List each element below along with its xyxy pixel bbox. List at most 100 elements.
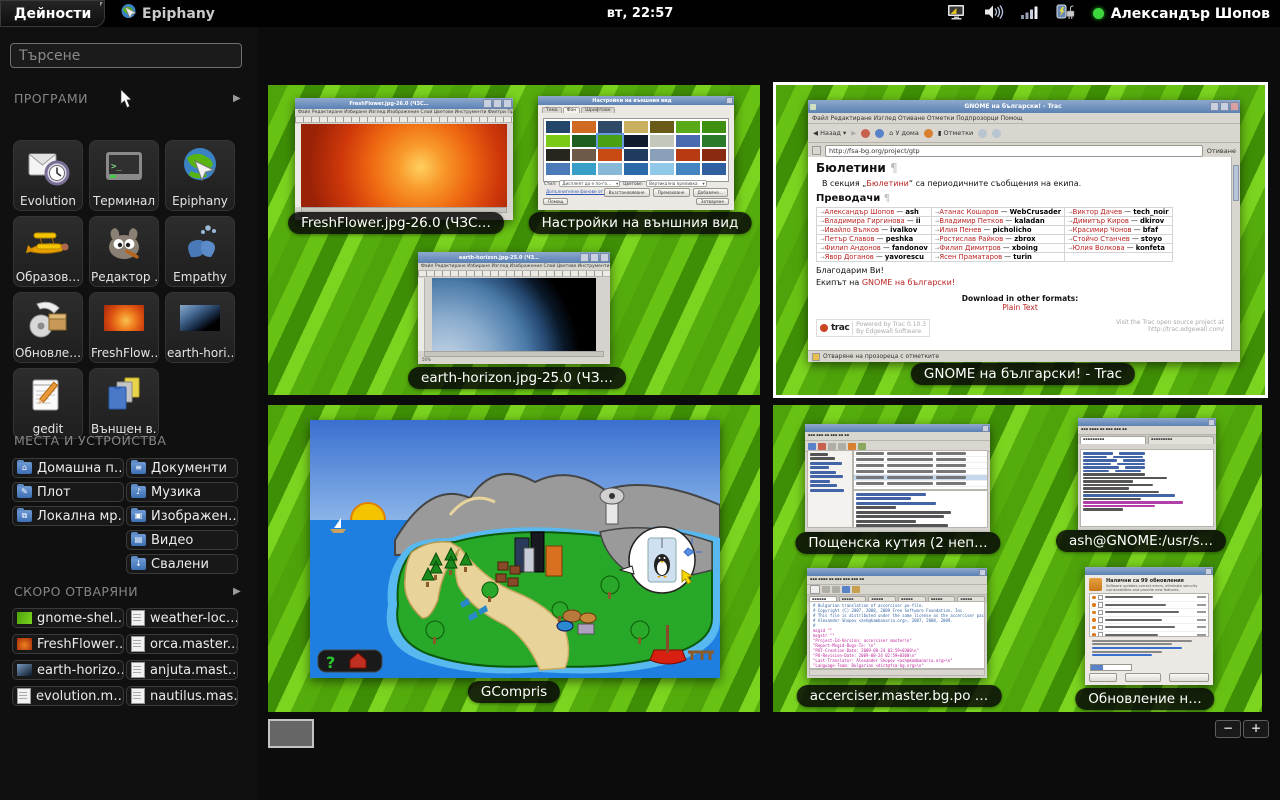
wallpaper-thumbnail[interactable] [598, 163, 622, 175]
translator-link[interactable]: Владимир Петков [939, 217, 1003, 225]
update-checkbox[interactable] [1098, 602, 1104, 608]
place-item[interactable]: ▣Изображен… [126, 506, 238, 526]
recent-file-item[interactable]: nautilus.mas… [126, 686, 238, 706]
wallpaper-thumbnail[interactable] [624, 135, 648, 147]
translator-link[interactable]: Илия Пенев [939, 226, 981, 234]
battery-icon[interactable] [1055, 3, 1076, 24]
translator-link[interactable]: Юлия Волкова [1073, 244, 1125, 252]
wallpaper-thumbnail[interactable] [650, 149, 674, 161]
app-tile-gedit[interactable]: gedit [13, 368, 83, 439]
home-button[interactable]: ⌂ У дома [889, 129, 919, 137]
place-item[interactable]: ▤Видео [126, 530, 238, 550]
zoom-in-icon[interactable] [978, 129, 987, 138]
volume-icon[interactable] [983, 4, 1004, 24]
team-link[interactable]: GNOME на български! [862, 278, 955, 287]
app-tile-appearance[interactable]: Външен в… [89, 368, 159, 439]
translator-link[interactable]: Димитър Киров [1073, 217, 1129, 225]
bookmarks-button[interactable]: ▮ Отметки [938, 129, 973, 137]
wallpaper-thumbnail[interactable] [676, 121, 700, 133]
wallpaper-thumbnail[interactable] [650, 135, 674, 147]
place-item[interactable]: ♪Музика [126, 482, 238, 502]
network-signal-icon[interactable] [1021, 4, 1038, 23]
window-appearance-settings[interactable]: Настройки на външния вид ТемаФонШрифтове… [538, 96, 734, 210]
wallpaper-thumbnail[interactable] [546, 135, 570, 147]
style-dropdown[interactable]: Дисплеят да е по-го… [559, 180, 620, 187]
window-gimp-earth[interactable]: earth-horizon.jpg-25.0 (ЧЗ… Файл Редакти… [418, 252, 610, 364]
help-button[interactable] [1089, 673, 1117, 682]
close-button[interactable]: Затваряне [696, 198, 729, 205]
window-gedit[interactable]: ▪▪▪ ▪▪▪▪ ▪▪ ▪▪▪ ▪▪▪ ▪▪▪ ▪▪ ▪▪▪▪▪▪▪▪▪▪▪▪▪… [807, 568, 987, 678]
recent-file-item[interactable]: earth-horizo… [12, 660, 124, 680]
translator-link[interactable]: Стойчо Станчев [1073, 235, 1130, 243]
app-tile-epiphany[interactable]: Epiphany [165, 140, 235, 211]
update-checkbox[interactable] [1098, 617, 1104, 623]
bulletins-link[interactable]: Бюлетини [866, 179, 909, 188]
window-update-manager[interactable]: Налични са 99 обновления Software update… [1085, 567, 1213, 685]
appearance-button[interactable]: Възстановяване [604, 188, 650, 197]
app-menu[interactable]: Epiphany [120, 0, 215, 27]
workspace-2-active[interactable]: GNOME на български! - Trac Файл Редактир… [773, 82, 1268, 398]
search-input[interactable] [10, 43, 242, 68]
remove-workspace-button[interactable]: − [1215, 720, 1241, 738]
recent-file-item[interactable]: orca.master.… [126, 634, 238, 654]
wallpaper-thumbnail[interactable] [598, 135, 622, 147]
activities-button[interactable]: Дейности [0, 0, 105, 27]
programs-expand-icon[interactable]: ▶ [233, 93, 241, 104]
window-epiphany-trac[interactable]: GNOME на български! - Trac Файл Редактир… [808, 100, 1240, 362]
wallpaper-thumbnail[interactable] [546, 121, 570, 133]
wallpaper-thumbnail[interactable] [572, 149, 596, 161]
wallpaper-thumbnail[interactable] [624, 121, 648, 133]
window-evolution-mail[interactable]: ▪▪▪ ▪▪▪ ▪▪ ▪▪▪ ▪▪ ▪▪ [805, 424, 990, 532]
app-tile-gcompris[interactable]: Образов… [13, 216, 83, 287]
app-tile-earth-horizon[interactable]: earth-hori… [165, 292, 235, 363]
user-menu[interactable]: Александър Шопов [1093, 6, 1270, 22]
wallpaper-thumbnail[interactable] [650, 163, 674, 175]
window-gcompris[interactable]: ? [310, 420, 720, 678]
wallpaper-thumbnail[interactable] [546, 149, 570, 161]
app-tile-updates[interactable]: Обновле… [13, 292, 83, 363]
place-item[interactable]: ✎Плот [12, 482, 124, 502]
workspace-1[interactable]: FreshFlower.jpg-26.0 (ЧЗС… Файл Редактир… [268, 85, 760, 395]
wallpaper-thumbnail[interactable] [702, 121, 726, 133]
translator-link[interactable]: Ивайло Вълков [825, 226, 879, 234]
help-button[interactable]: Помощ [543, 198, 568, 205]
translator-link[interactable]: Красимир Чонов [1073, 226, 1132, 234]
add-workspace-button[interactable]: + [1243, 720, 1269, 738]
translator-link[interactable]: Ясен Праматаров [939, 253, 1002, 261]
app-tile-freshflower[interactable]: FreshFlow… [89, 292, 159, 363]
display-icon[interactable] [947, 4, 966, 24]
recent-file-item[interactable]: FreshFlower… [12, 634, 124, 654]
app-tile-terminal[interactable]: >_Терминал [89, 140, 159, 211]
place-item[interactable]: ≡Документи [126, 458, 238, 478]
translator-link[interactable]: Александър Шопов [825, 208, 895, 216]
workspace-3[interactable]: ? GCompris [268, 405, 760, 712]
app-tile-gimp[interactable]: Редактор … [89, 216, 159, 287]
wallpaper-thumbnail[interactable] [598, 121, 622, 133]
stop-icon[interactable] [861, 129, 870, 138]
appearance-tab[interactable]: Тема [542, 107, 562, 113]
place-item[interactable]: ⧉Локална мр… [12, 506, 124, 526]
wallpaper-thumbnail[interactable] [676, 135, 700, 147]
translator-link[interactable]: Филип Андонов [825, 244, 881, 252]
wallpaper-thumbnail[interactable] [572, 163, 596, 175]
wallpaper-thumbnail[interactable] [598, 149, 622, 161]
wallpaper-thumbnail[interactable] [650, 121, 674, 133]
translator-link[interactable]: Виктор Дачев [1073, 208, 1122, 216]
translator-link[interactable]: Атанас Кошаров [939, 208, 998, 216]
wallpaper-thumbnail[interactable] [702, 163, 726, 175]
translator-link[interactable]: Филип Димитров [939, 244, 1000, 252]
plain-text-link[interactable]: Plain Text [816, 303, 1224, 312]
wallpaper-thumbnail[interactable] [572, 135, 596, 147]
clock-label[interactable]: вт, 22:57 [607, 0, 674, 27]
recent-file-item[interactable]: weather-loc… [126, 608, 238, 628]
go-button[interactable]: Отиване [1207, 147, 1236, 155]
recent-file-item[interactable]: gnome-shel… [12, 608, 124, 628]
workspace-4[interactable]: ▪▪▪ ▪▪▪ ▪▪ ▪▪▪ ▪▪ ▪▪ Пощенска кутия (2 н… [773, 405, 1262, 712]
workspace-thumbnail[interactable] [268, 719, 314, 748]
scrollbar[interactable] [1231, 157, 1240, 351]
translator-link[interactable]: Явор Доганов [825, 253, 874, 261]
update-checkbox[interactable] [1098, 595, 1104, 601]
translator-link[interactable]: Владимира Гиргинова [825, 217, 905, 225]
zoom-out-icon[interactable] [992, 129, 1001, 138]
window-gimp-freshflower[interactable]: FreshFlower.jpg-26.0 (ЧЗС… Файл Редактир… [295, 98, 513, 220]
